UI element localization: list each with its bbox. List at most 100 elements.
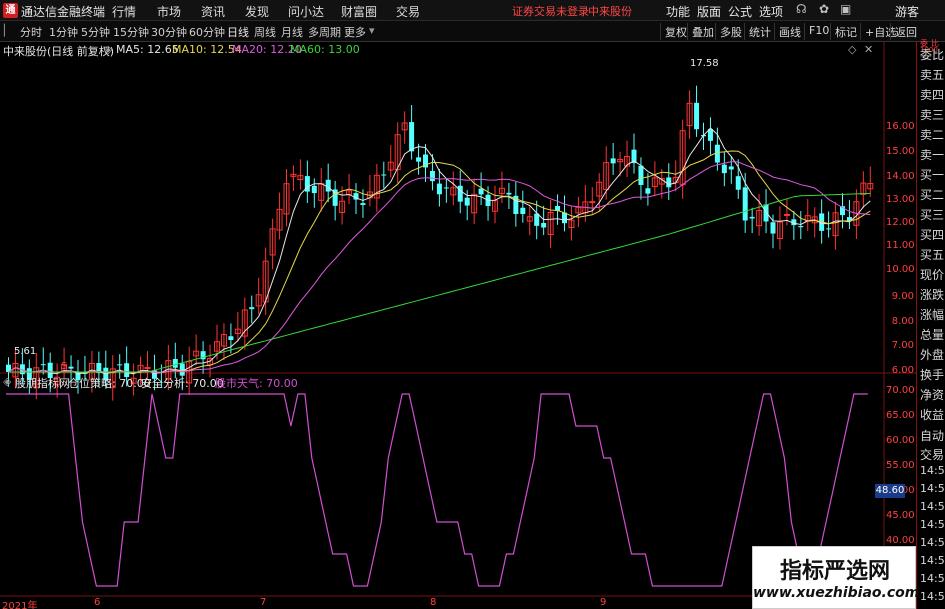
indicator-title[interactable]: 股朋指标网 <box>15 375 70 391</box>
app-logo-icon: 通 <box>3 3 18 18</box>
quote-row: 买三 <box>920 208 945 222</box>
ma-settings-icon[interactable]: ◈ <box>104 43 112 56</box>
ma60-label: MA60: 13.00 <box>290 43 360 56</box>
menu-gongneng[interactable]: 功能 <box>666 3 690 20</box>
login-notice[interactable]: 证券交易未登录 <box>512 3 589 19</box>
candle-down <box>826 228 832 230</box>
btn-biaoji[interactable]: 标记 <box>830 23 860 40</box>
app-title: 通达信金融终端 <box>21 5 106 19</box>
y-tick: 14.00 <box>886 171 915 182</box>
settings-icon[interactable]: ✿ <box>819 2 829 16</box>
menu-wenxiaoda[interactable]: 问小达 <box>288 3 324 20</box>
candle-down <box>172 358 178 368</box>
menu-gongshi[interactable]: 公式 <box>728 3 752 20</box>
candle-down <box>645 188 651 194</box>
user-label[interactable]: 游客 <box>895 3 919 20</box>
tick-time: 14:56 <box>920 500 945 513</box>
menu-banmian[interactable]: 版面 <box>697 3 721 20</box>
candle-down <box>728 166 734 170</box>
indicator-position-label: 仓位策略: 70.00 <box>68 377 151 390</box>
candle-down <box>443 187 449 189</box>
tab-more[interactable]: 更多 <box>344 24 366 40</box>
auto-trade-label[interactable]: 自动 <box>920 427 945 444</box>
quote-row: 卖三 <box>920 108 945 122</box>
chart-background <box>0 42 916 597</box>
tick-time: 14:56 <box>920 536 945 549</box>
tab-monthly[interactable]: 月线 <box>281 24 303 40</box>
tab-daily[interactable]: 日线 <box>227 24 249 40</box>
tab-15min[interactable]: 15分钟 <box>113 24 149 40</box>
btn-diejia[interactable]: 叠加 <box>687 23 717 40</box>
more-dropdown-icon[interactable]: ▾ <box>369 24 375 37</box>
chart-expand-icon[interactable]: ◇ <box>848 43 856 56</box>
current-stock-name: 中来股份 <box>588 5 632 18</box>
menu-bar: 通 通达信金融终端 行情 市场 资讯 发现 问小达 财富圈 交易 证券交易未登录… <box>0 0 945 21</box>
menu-jiaoyi[interactable]: 交易 <box>396 3 420 20</box>
tab-60min[interactable]: 60分钟 <box>189 24 225 40</box>
tab-weekly[interactable]: 周线 <box>254 24 276 40</box>
quote-row: 买一 <box>920 168 945 182</box>
candle-down <box>763 204 769 222</box>
btn-huaxian[interactable]: 画线 <box>774 23 804 40</box>
candle-down <box>610 158 616 164</box>
y-tick: 6.00 <box>891 365 914 376</box>
candle-down <box>228 336 234 340</box>
x-tick: 2021年 <box>2 601 38 609</box>
btn-fuquan[interactable]: 复权 <box>660 23 690 40</box>
ind-y-tick: 65.00 <box>886 410 915 421</box>
btn-back[interactable]: 返回 <box>890 23 920 40</box>
tick-time: 14:56 <box>920 572 945 585</box>
tab-multi[interactable]: 多周期 <box>308 24 341 40</box>
chart-close-icon[interactable]: ✕ <box>864 43 873 56</box>
candle-down <box>694 102 700 130</box>
candle-down <box>416 157 422 162</box>
tab-30min[interactable]: 30分钟 <box>151 24 187 40</box>
candle-up <box>783 213 790 216</box>
btn-duogu[interactable]: 多股 <box>715 23 745 40</box>
candle-down <box>478 188 484 195</box>
menu-xuanxiang[interactable]: 选项 <box>759 3 783 20</box>
candle-down <box>735 176 741 190</box>
ind-y-tick: 55.00 <box>886 460 915 471</box>
candle-down <box>249 307 255 310</box>
tab-fenshi[interactable]: 分时 <box>20 24 42 40</box>
y-tick: 7.00 <box>891 340 914 351</box>
tab-5min[interactable]: 5分钟 <box>81 24 110 40</box>
menu-faxian[interactable]: 发现 <box>245 3 269 20</box>
quote-row: 卖四 <box>920 88 945 102</box>
menu-hangqing[interactable]: 行情 <box>112 3 136 20</box>
quote-row: 涨跌 <box>920 288 945 302</box>
ind-y-tick: 60.00 <box>886 435 915 446</box>
quote-row: 委比 <box>920 48 945 62</box>
candle-down <box>409 122 415 152</box>
auto-trade-label[interactable]: 交易 <box>920 446 945 463</box>
candle-down <box>179 363 185 376</box>
skin-icon[interactable]: ▣ <box>840 2 851 16</box>
indicator-settings-icon[interactable]: ◈ <box>3 375 11 388</box>
menu-caifuquan[interactable]: 财富圈 <box>341 3 377 20</box>
candle-down <box>666 177 672 188</box>
tab-1min[interactable]: 1分钟 <box>49 24 78 40</box>
low-price-mark: 5.61 <box>14 346 37 357</box>
menu-zixun[interactable]: 资讯 <box>201 3 225 20</box>
quote-row: 外盘 <box>920 348 945 362</box>
y-tick: 16.00 <box>886 121 915 132</box>
watermark: 指标严选网 www.xuezhibiao.com <box>752 546 920 609</box>
quote-row: 总量 <box>920 328 945 342</box>
headset-icon[interactable]: ☊ <box>796 2 807 16</box>
indicator-current-value: 48.60 <box>875 484 905 498</box>
quote-row: 卖二 <box>920 128 945 142</box>
quote-row: 买五 <box>920 248 945 262</box>
quote-row: 收益 <box>920 408 945 422</box>
kline-chart[interactable] <box>0 42 916 597</box>
x-tick: 7 <box>260 597 267 608</box>
candle-down <box>429 170 435 182</box>
btn-f10[interactable]: F10 <box>804 23 832 40</box>
btn-tongji[interactable]: 统计 <box>744 23 774 40</box>
quote-row: 净资 <box>920 388 945 402</box>
x-tick: 9 <box>600 597 607 608</box>
menu-shichang[interactable]: 市场 <box>157 3 181 20</box>
ma5-label: MA5: 12.65 <box>116 43 179 56</box>
watermark-url: www.xuezhibiao.com <box>753 585 920 601</box>
candle-down <box>749 216 755 219</box>
